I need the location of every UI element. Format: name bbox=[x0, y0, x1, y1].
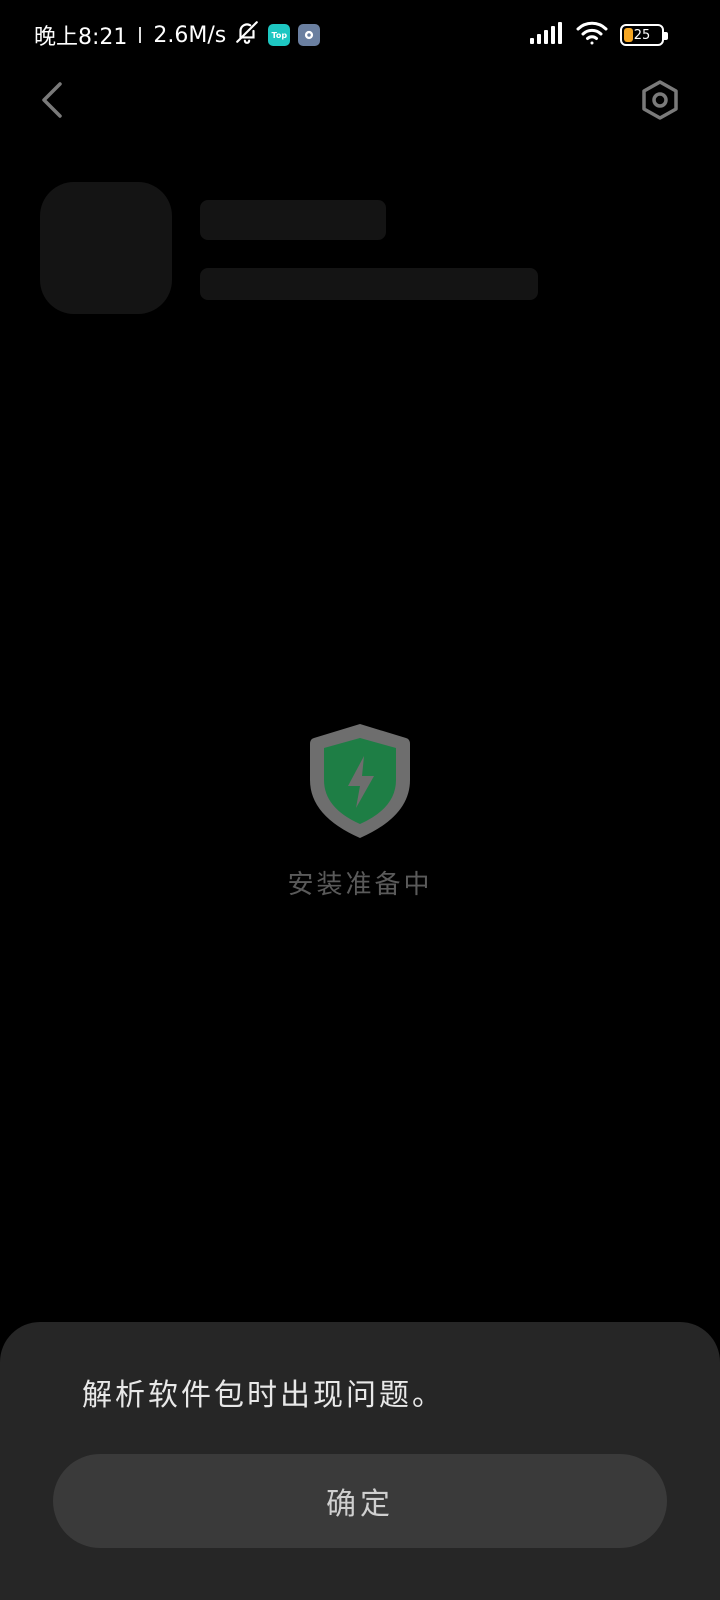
app-icon-placeholder bbox=[40, 182, 172, 314]
back-button[interactable] bbox=[30, 80, 74, 124]
battery-icon: 25 bbox=[620, 24, 668, 46]
battery-level: 25 bbox=[633, 27, 651, 43]
network-speed: 2.6M/s bbox=[153, 22, 227, 48]
status-right: 25 bbox=[530, 20, 668, 50]
dialog-message: 解析软件包时出现问题。 bbox=[82, 1378, 445, 1413]
app-name-placeholder bbox=[200, 200, 386, 240]
top-app-icon: Top bbox=[268, 24, 291, 46]
hexagon-settings-icon bbox=[640, 79, 680, 125]
status-time: 晚上8:21 bbox=[34, 25, 128, 50]
loading-text: 安装准备中 bbox=[287, 870, 433, 900]
status-left: 晚上8:21 2.6M/s Top bbox=[34, 19, 321, 51]
error-dialog: 解析软件包时出现问题。 确定 bbox=[0, 1322, 720, 1600]
status-separator bbox=[139, 27, 142, 43]
chevron-left-icon bbox=[38, 80, 66, 124]
wifi-icon bbox=[576, 20, 608, 50]
bell-off-icon bbox=[234, 19, 260, 51]
gear-app-icon bbox=[298, 24, 321, 46]
confirm-button[interactable]: 确定 bbox=[53, 1454, 667, 1548]
settings-button[interactable] bbox=[638, 80, 682, 124]
shield-bolt-icon bbox=[306, 720, 414, 842]
signal-icon bbox=[530, 22, 564, 48]
installer-screen: 晚上8:21 2.6M/s Top 25 安装准备中 解析软件包时出现问题。 确… bbox=[0, 0, 720, 1600]
status-bar: 晚上8:21 2.6M/s Top 25 bbox=[0, 0, 720, 70]
app-info-placeholder bbox=[200, 268, 538, 300]
